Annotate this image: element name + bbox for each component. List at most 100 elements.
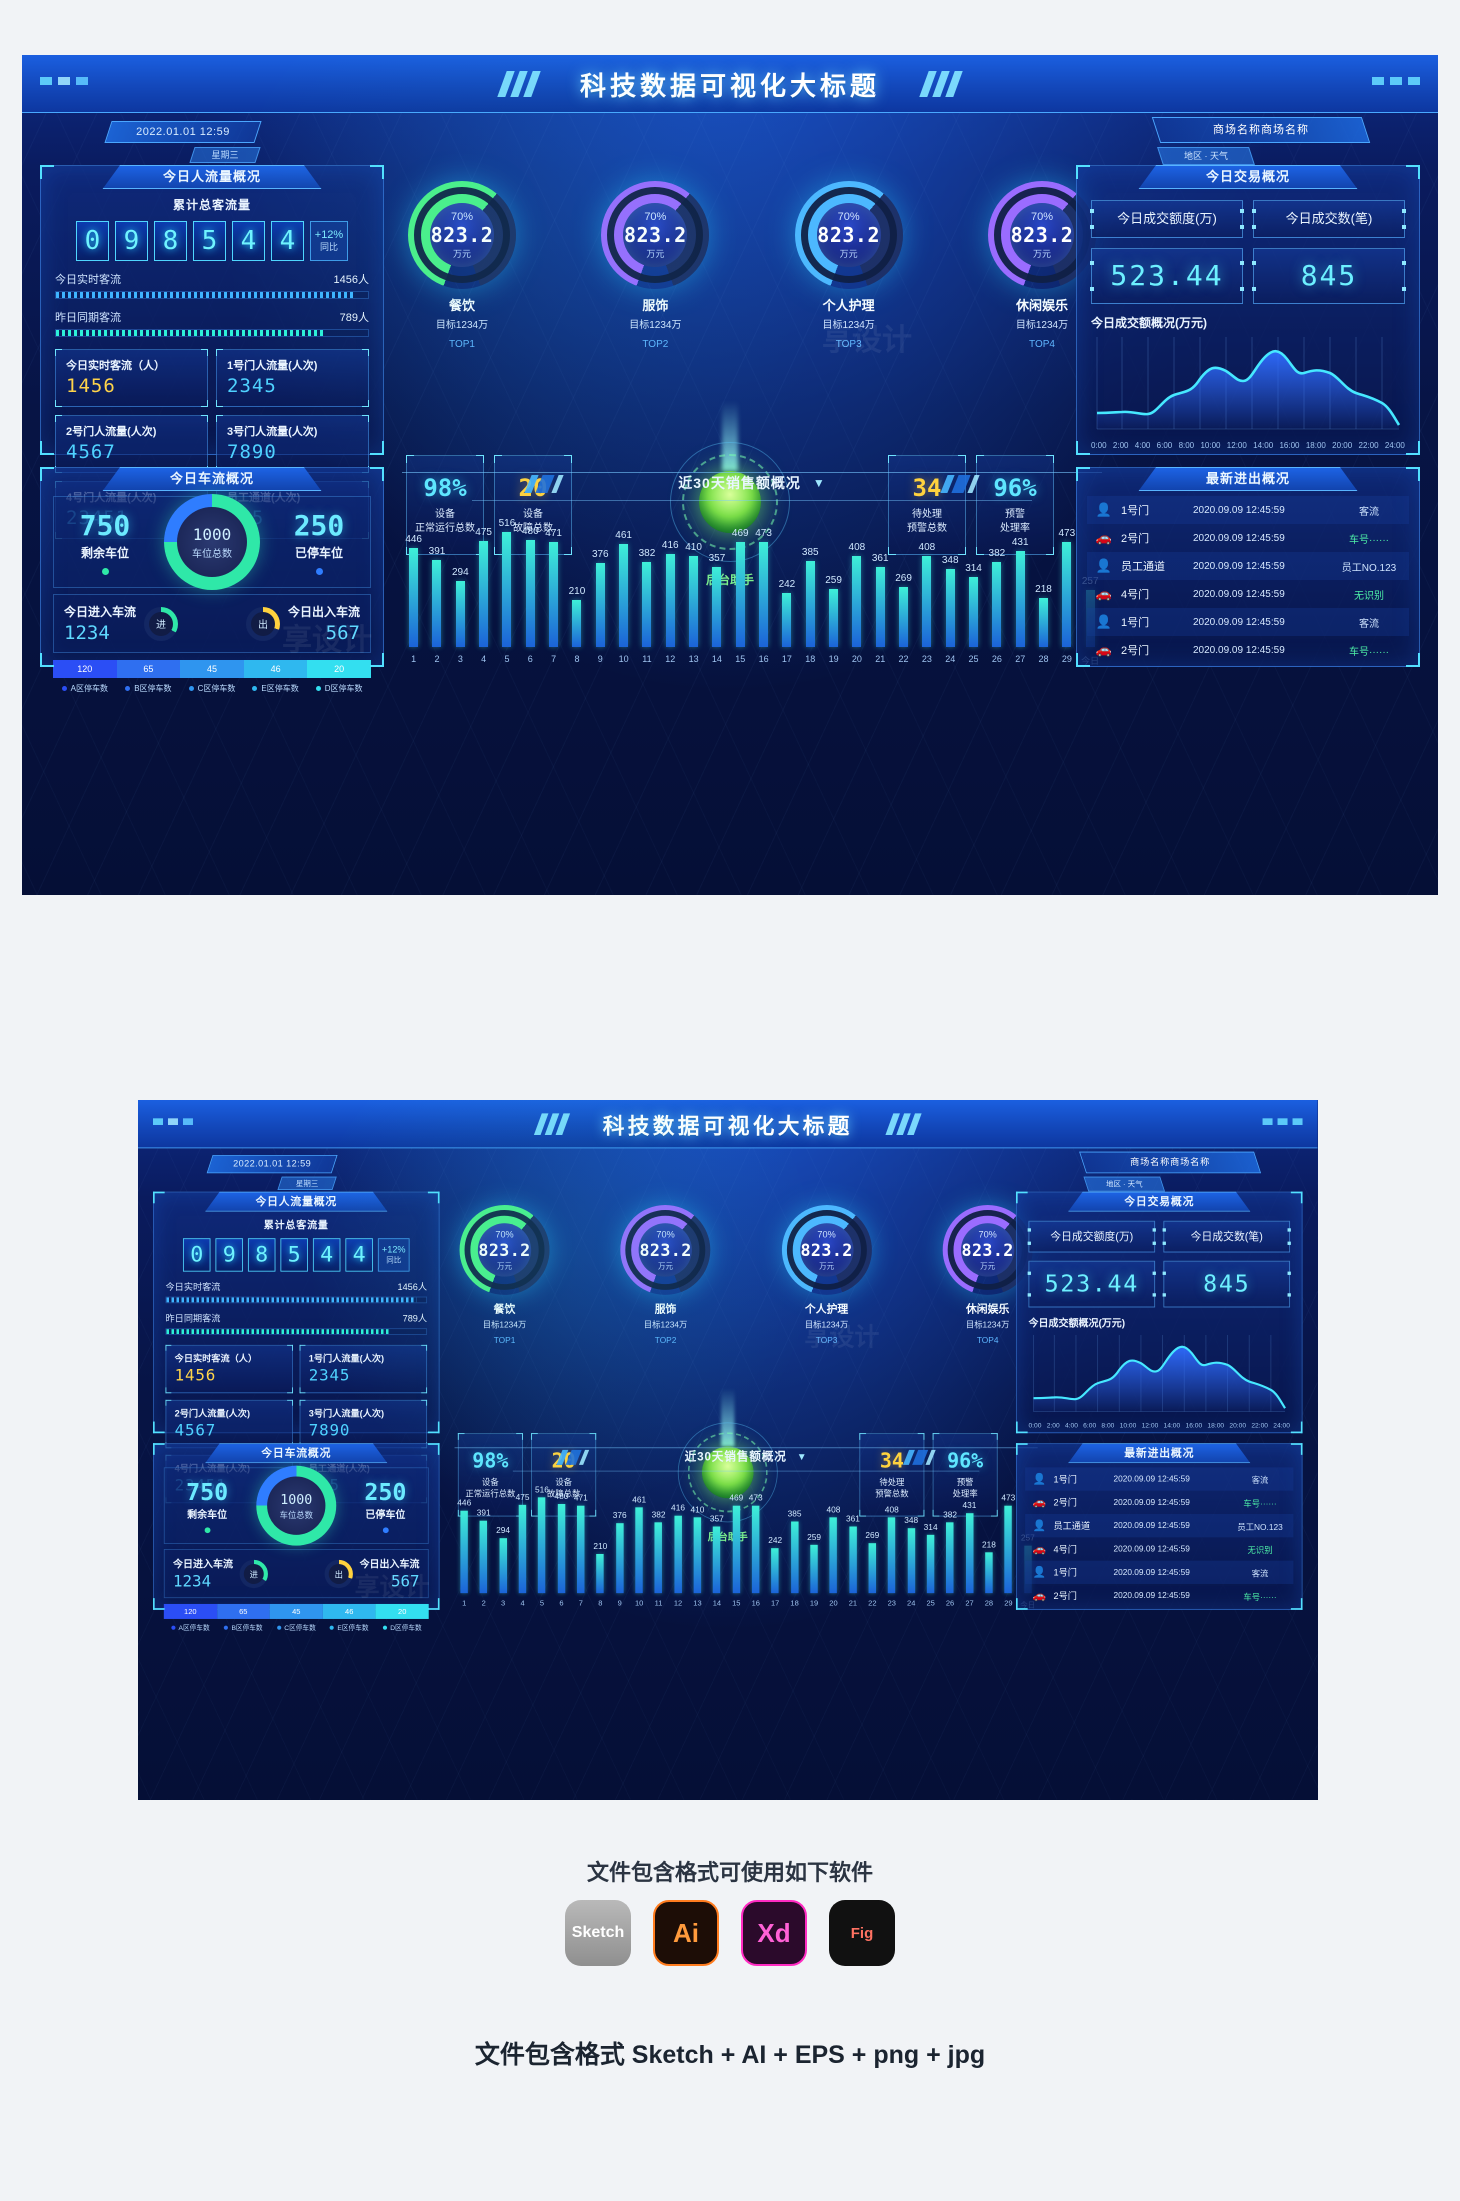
parking-zone-legend-label: A区停车数 <box>178 1623 210 1632</box>
traffic-kpi-cell: 今日实时客流（人） 1456 <box>55 349 208 407</box>
bar-rect <box>635 1507 643 1594</box>
bar-chart-title-group[interactable]: 近30天销售额概况 ▼ <box>685 1448 808 1465</box>
bar-column: 446 <box>455 1485 474 1594</box>
bar-rect <box>945 569 955 647</box>
bar-x-tick: 26 <box>991 654 1002 664</box>
bar-chart-title-group[interactable]: 近30天销售额概况 ▼ <box>678 473 825 493</box>
bar-value-label: 446 <box>405 534 422 545</box>
parking-zone-legend-item: A区停车数 <box>53 683 117 694</box>
bar-value-label: 210 <box>568 586 586 597</box>
record-tag: 无识别 <box>1354 590 1384 602</box>
record-row[interactable]: 👤 1号门 2020.09.09 12:45:59 客流 <box>1087 608 1409 636</box>
bar-column: 471 <box>542 517 565 647</box>
gauge-rank: TOP3 <box>815 1336 838 1346</box>
chevron-down-icon[interactable]: ▼ <box>813 476 826 490</box>
bar-value-label: 361 <box>871 553 889 564</box>
category-gauge[interactable]: 70% 823.2 万元 餐饮 目标1234万 TOP1 <box>455 1204 555 1346</box>
bar-x-tick: 9 <box>597 654 603 664</box>
bar-value-label: 269 <box>865 1531 880 1541</box>
category-gauge[interactable]: 70% 823.2 万元 个人护理 目标1234万 TOP3 <box>777 1204 877 1346</box>
bar-column: 391 <box>425 517 448 647</box>
weather-chip[interactable]: 地区 · 天气 <box>1157 147 1255 165</box>
record-tag: 员工NO.123 <box>1341 562 1397 574</box>
bar-x-tick: 3 <box>457 654 463 664</box>
weather-chip[interactable]: 地区 · 天气 <box>1083 1176 1166 1192</box>
odometer-digit: 0 <box>182 1238 211 1272</box>
record-tag: 车号······ <box>1243 1499 1277 1509</box>
traffic-kpi-title: 2号门人流量(人次) <box>174 1409 250 1420</box>
gauge-percent: 70% <box>450 210 474 223</box>
page-title: 科技数据可视化大标题 <box>579 71 880 101</box>
bar-rect <box>868 1543 877 1594</box>
category-gauge[interactable]: 70% 823.2 万元 餐饮 目标1234万 TOP1 <box>402 181 522 350</box>
transaction-card-1-value: 845 <box>1162 1260 1291 1308</box>
category-gauge[interactable]: 70% 823.2 万元 服饰 目标1234万 TOP2 <box>616 1204 716 1346</box>
bar-x-tick: 10 <box>634 1598 644 1608</box>
bar-x-tick: 21 <box>875 654 886 664</box>
bar-rect <box>557 1504 566 1594</box>
records-list[interactable]: 👤 1号门 2020.09.09 12:45:59 客流 🚗 2号门 2020.09.09 … <box>1087 496 1409 664</box>
record-row[interactable]: 👤 1号门 2020.09.09 12:45:59 客流 <box>1025 1560 1294 1584</box>
record-row[interactable]: 👤 员工通道 2020.09.09 12:45:59 员工NO.123 <box>1025 1514 1294 1538</box>
record-time: 2020.09.09 12:45:59 <box>1193 532 1285 544</box>
parking-in-gauge-icon: 进 <box>144 606 179 641</box>
bar-rect <box>751 1505 760 1594</box>
weather-text: 地区 · 天气 <box>1105 1179 1143 1189</box>
records-panel-title: 最新进出概况 <box>1138 467 1358 491</box>
bar-x-tick: 13 <box>688 654 699 664</box>
parking-remaining-label: 剩余车位 <box>187 1509 228 1521</box>
bar-x-tick: 21 <box>848 1598 858 1608</box>
area-x-tick: 20:00 <box>1332 441 1353 450</box>
record-row[interactable]: 🚗 4号门 2020.09.09 12:45:59 无识别 <box>1087 580 1409 608</box>
records-list[interactable]: 👤 1号门 2020.09.09 12:45:59 客流 🚗 2号门 2020.09.09 … <box>1025 1467 1294 1607</box>
records-panel: 最新进出概况 👤 1号门 2020.09.09 12:45:59 客流 🚗 2号门 2020… <box>1076 467 1420 667</box>
traffic-kpi-title: 今日实时客流（人） <box>66 360 165 372</box>
record-row[interactable]: 🚗 2号门 2020.09.09 12:45:59 车号······ <box>1087 636 1409 664</box>
record-time: 2020.09.09 12:45:59 <box>1193 588 1285 600</box>
gauge-value: 823.2 <box>1010 222 1074 247</box>
gauge-name: 餐饮 <box>493 1302 516 1315</box>
parking-zone-legend-label: D区停车数 <box>324 684 363 693</box>
parking-remaining-value: 750 <box>186 1478 229 1506</box>
traffic-kpi-value: 7890 <box>308 1421 351 1440</box>
car-icon: 🚗 <box>1095 642 1113 657</box>
parking-parked-label: 已停车位 <box>365 1509 406 1521</box>
parking-in-gauge-icon: 进 <box>239 1559 268 1588</box>
chart-slash-right-icon <box>902 1449 936 1465</box>
bar-x-tick: 28 <box>984 1598 994 1608</box>
gauge-unit: 万元 <box>646 248 665 259</box>
chart-slash-right-icon <box>940 475 980 493</box>
parking-zone-segment: 120 <box>163 1603 217 1619</box>
bar-x-tick: 16 <box>758 654 769 664</box>
record-row[interactable]: 🚗 2号门 2020.09.09 12:45:59 车号······ <box>1025 1584 1293 1607</box>
odometer-label: 累计总客流量 <box>172 198 251 212</box>
area-x-tick: 0:00 <box>1091 441 1107 450</box>
traffic-bar-track <box>165 1296 428 1304</box>
category-gauge[interactable]: 70% 823.2 万元 服饰 目标1234万 TOP2 <box>595 181 715 350</box>
record-row[interactable]: 👤 1号门 2020.09.09 12:45:59 客流 <box>1087 496 1409 524</box>
record-row[interactable]: 🚗 2号门 2020.09.09 12:45:59 车号······ <box>1025 1491 1293 1514</box>
record-row[interactable]: 🚗 4号门 2020.09.09 12:45:59 无识别 <box>1025 1537 1293 1560</box>
gauge-percent: 70% <box>817 1229 836 1240</box>
parking-zone-bar: 120 65 45 46 20 <box>163 1603 429 1619</box>
record-row[interactable]: 👤 1号门 2020.09.09 12:45:59 客流 <box>1025 1467 1294 1491</box>
chevron-down-icon[interactable]: ▼ <box>797 1451 808 1463</box>
record-time: 2020.09.09 12:45:59 <box>1193 644 1285 656</box>
parking-flow: 今日进入车流 1234 进 今日出入车流 567 出 <box>53 594 371 653</box>
parking-zone-legend-item: E区停车数 <box>323 1623 376 1632</box>
odometer: 0 9 8 5 4 4 +12% 同比 <box>55 221 369 261</box>
bar-column: 473 <box>752 517 775 647</box>
bar-rect <box>922 556 932 647</box>
traffic-kpi-cell: 3号门人流量(人次) 7890 <box>216 415 369 473</box>
bar-value-label: 461 <box>632 1495 647 1505</box>
record-time: 2020.09.09 12:45:59 <box>1193 616 1285 628</box>
area-x-tick: 8:00 <box>1101 1421 1115 1430</box>
record-row[interactable]: 👤 员工通道 2020.09.09 12:45:59 员工NO.123 <box>1087 552 1409 580</box>
bar-rect <box>525 540 535 647</box>
parking-zone-segment: 45 <box>269 1603 323 1619</box>
record-row[interactable]: 🚗 2号门 2020.09.09 12:45:59 车号······ <box>1087 524 1409 552</box>
transaction-card-0-value: 523.44 <box>1027 1260 1156 1308</box>
category-gauge[interactable]: 70% 823.2 万元 个人护理 目标1234万 TOP3 <box>789 181 909 350</box>
parking-remaining-label: 剩余车位 <box>80 546 129 560</box>
bar-value-label: 314 <box>965 563 982 574</box>
